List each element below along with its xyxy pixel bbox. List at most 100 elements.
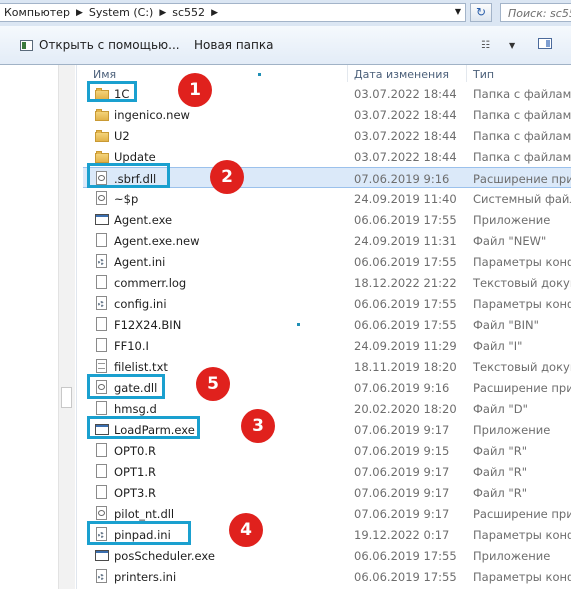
file-type: Папка с файлами [473,150,571,164]
marker-dot [297,323,300,326]
file-row[interactable]: Agent.exe 06.06.2019 17:55 Приложение [83,209,571,230]
file-row[interactable]: posScheduler.exe 06.06.2019 17:55 Приложен… [83,545,571,566]
dll-icon [95,191,109,206]
refresh-icon[interactable]: ↻ [470,3,492,22]
new-folder-button[interactable]: Новая папка [194,38,273,52]
doc-icon [95,275,109,290]
file-row[interactable]: ingenico.new 03.07.2022 18:44 Папка с файл… [83,104,571,125]
breadcrumb-separator-icon[interactable]: ▶ [157,8,168,18]
breadcrumb[interactable]: Компьютер ▶ System (C:) ▶ sc552 ▶ [0,3,466,22]
column-type-header[interactable]: Тип [473,68,494,81]
nav-scrollbar[interactable] [58,65,75,589]
file-date: 06.06.2019 17:55 [354,255,457,269]
file-type: Файл "R" [473,444,527,458]
column-divider[interactable] [466,65,467,82]
file-row[interactable]: OPT1.R 07.06.2019 9:17 Файл "R" [83,461,571,482]
open-with-button[interactable]: Открыть с помощью... [20,38,180,52]
scrollbar-thumb[interactable] [61,387,72,408]
file-type: Файл "BIN" [473,318,539,332]
file-type: Параметры конф [473,570,571,584]
search-input[interactable]: Поиск: sc552 [500,3,571,22]
dll-icon [95,506,109,521]
file-name: ingenico.new [114,108,190,122]
file-row[interactable]: config.ini 06.06.2019 17:55 Параметры конф [83,293,571,314]
file-row[interactable]: ~$p 24.09.2019 11:40 Системный файл [83,188,571,209]
marker-dot [258,73,261,76]
breadcrumb-system-c[interactable]: System (C:) [85,6,158,19]
file-date: 24.09.2019 11:29 [354,339,457,353]
file-type: Файл "I" [473,339,523,353]
txt-icon [95,359,109,374]
file-type: Приложение [473,549,551,563]
preview-pane-icon[interactable] [538,38,552,49]
folder-icon [95,107,109,122]
new-folder-label: Новая папка [194,38,274,52]
ini-icon [95,569,109,584]
file-name: filelist.txt [114,360,168,374]
file-name: pilot_nt.dll [114,507,175,521]
annotation-badge-4: 4 [229,513,263,547]
file-list: 1C 03.07.2022 18:44 Папка с файлами ingenic… [83,83,571,587]
file-name: commerr.log [114,276,187,290]
ini-icon [95,254,109,269]
file-type: Параметры конф [473,255,571,269]
file-row[interactable]: printers.ini 06.06.2019 17:55 Параметры ко… [83,566,571,587]
file-date: 03.07.2022 18:44 [354,129,457,143]
file-type: Файл "R" [473,465,527,479]
column-name-header[interactable]: Имя [93,68,116,81]
file-type: Текстовый докум [473,276,571,290]
file-type: Папка с файлами [473,87,571,101]
file-type: Файл "D" [473,402,528,416]
file-date: 19.12.2022 0:17 [354,528,450,542]
file-date: 24.09.2019 11:40 [354,192,457,206]
file-date: 06.06.2019 17:55 [354,297,457,311]
file-date: 20.02.2020 18:20 [354,402,457,416]
file-date: 07.06.2019 9:17 [354,465,450,479]
file-name: OPT3.R [114,486,156,500]
file-row[interactable]: OPT3.R 07.06.2019 9:17 Файл "R" [83,482,571,503]
file-date: 06.06.2019 17:55 [354,213,457,227]
file-name: printers.ini [114,570,177,584]
folder-icon [95,128,109,143]
file-date: 07.06.2019 9:17 [354,486,450,500]
breadcrumb-separator-icon[interactable]: ▶ [209,8,220,18]
file-name: FF10.I [114,339,149,353]
file-row[interactable]: U2 03.07.2022 18:44 Папка с файлами [83,125,571,146]
file-row[interactable]: 1C 03.07.2022 18:44 Папка с файлами [83,83,571,104]
file-row[interactable]: commerr.log 18.12.2022 21:22 Текстовый док… [83,272,571,293]
address-dropdown-icon[interactable]: ▼ [452,5,464,19]
file-name: hmsg.d [114,402,157,416]
file-type: Расширение при [473,381,571,395]
open-with-label: Открыть с помощью... [39,38,180,52]
file-type: Расширение при [473,507,571,521]
doc-icon [95,338,109,353]
file-date: 06.06.2019 17:55 [354,318,457,332]
breadcrumb-sc552[interactable]: sc552 [168,6,209,19]
file-row[interactable]: F12X24.BIN 06.06.2019 17:55 Файл "BIN" [83,314,571,335]
view-dropdown-icon[interactable]: ▼ [509,41,515,50]
file-row[interactable]: FF10.I 24.09.2019 11:29 Файл "I" [83,335,571,356]
doc-icon [95,485,109,500]
file-name: ~$p [114,192,139,206]
breadcrumb-separator-icon[interactable]: ▶ [74,8,85,18]
file-date: 07.06.2019 9:15 [354,444,450,458]
doc-icon [95,317,109,332]
file-row[interactable]: OPT0.R 07.06.2019 9:15 Файл "R" [83,440,571,461]
file-name: OPT0.R [114,444,156,458]
file-date: 03.07.2022 18:44 [354,150,457,164]
file-name: Agent.ini [114,255,166,269]
file-type: Приложение [473,423,551,437]
highlight-box-pinpad-ini [87,521,191,545]
file-type: Файл "NEW" [473,234,547,248]
view-options-icon[interactable]: ☷ [481,40,490,51]
file-type: Папка с файлами [473,108,571,122]
file-row[interactable]: Agent.ini 06.06.2019 17:55 Параметры конф [83,251,571,272]
column-date-header[interactable]: Дата изменения [354,68,449,81]
file-date: 07.06.2019 9:17 [354,423,450,437]
file-type: Расширение при [473,172,571,186]
highlight-box-gate-dll [87,374,165,399]
column-divider[interactable] [347,65,348,82]
file-row[interactable]: Agent.exe.new 24.09.2019 11:31 Файл "NEW" [83,230,571,251]
breadcrumb-computer[interactable]: Компьютер [0,6,74,19]
annotation-badge-3: 3 [241,409,275,443]
